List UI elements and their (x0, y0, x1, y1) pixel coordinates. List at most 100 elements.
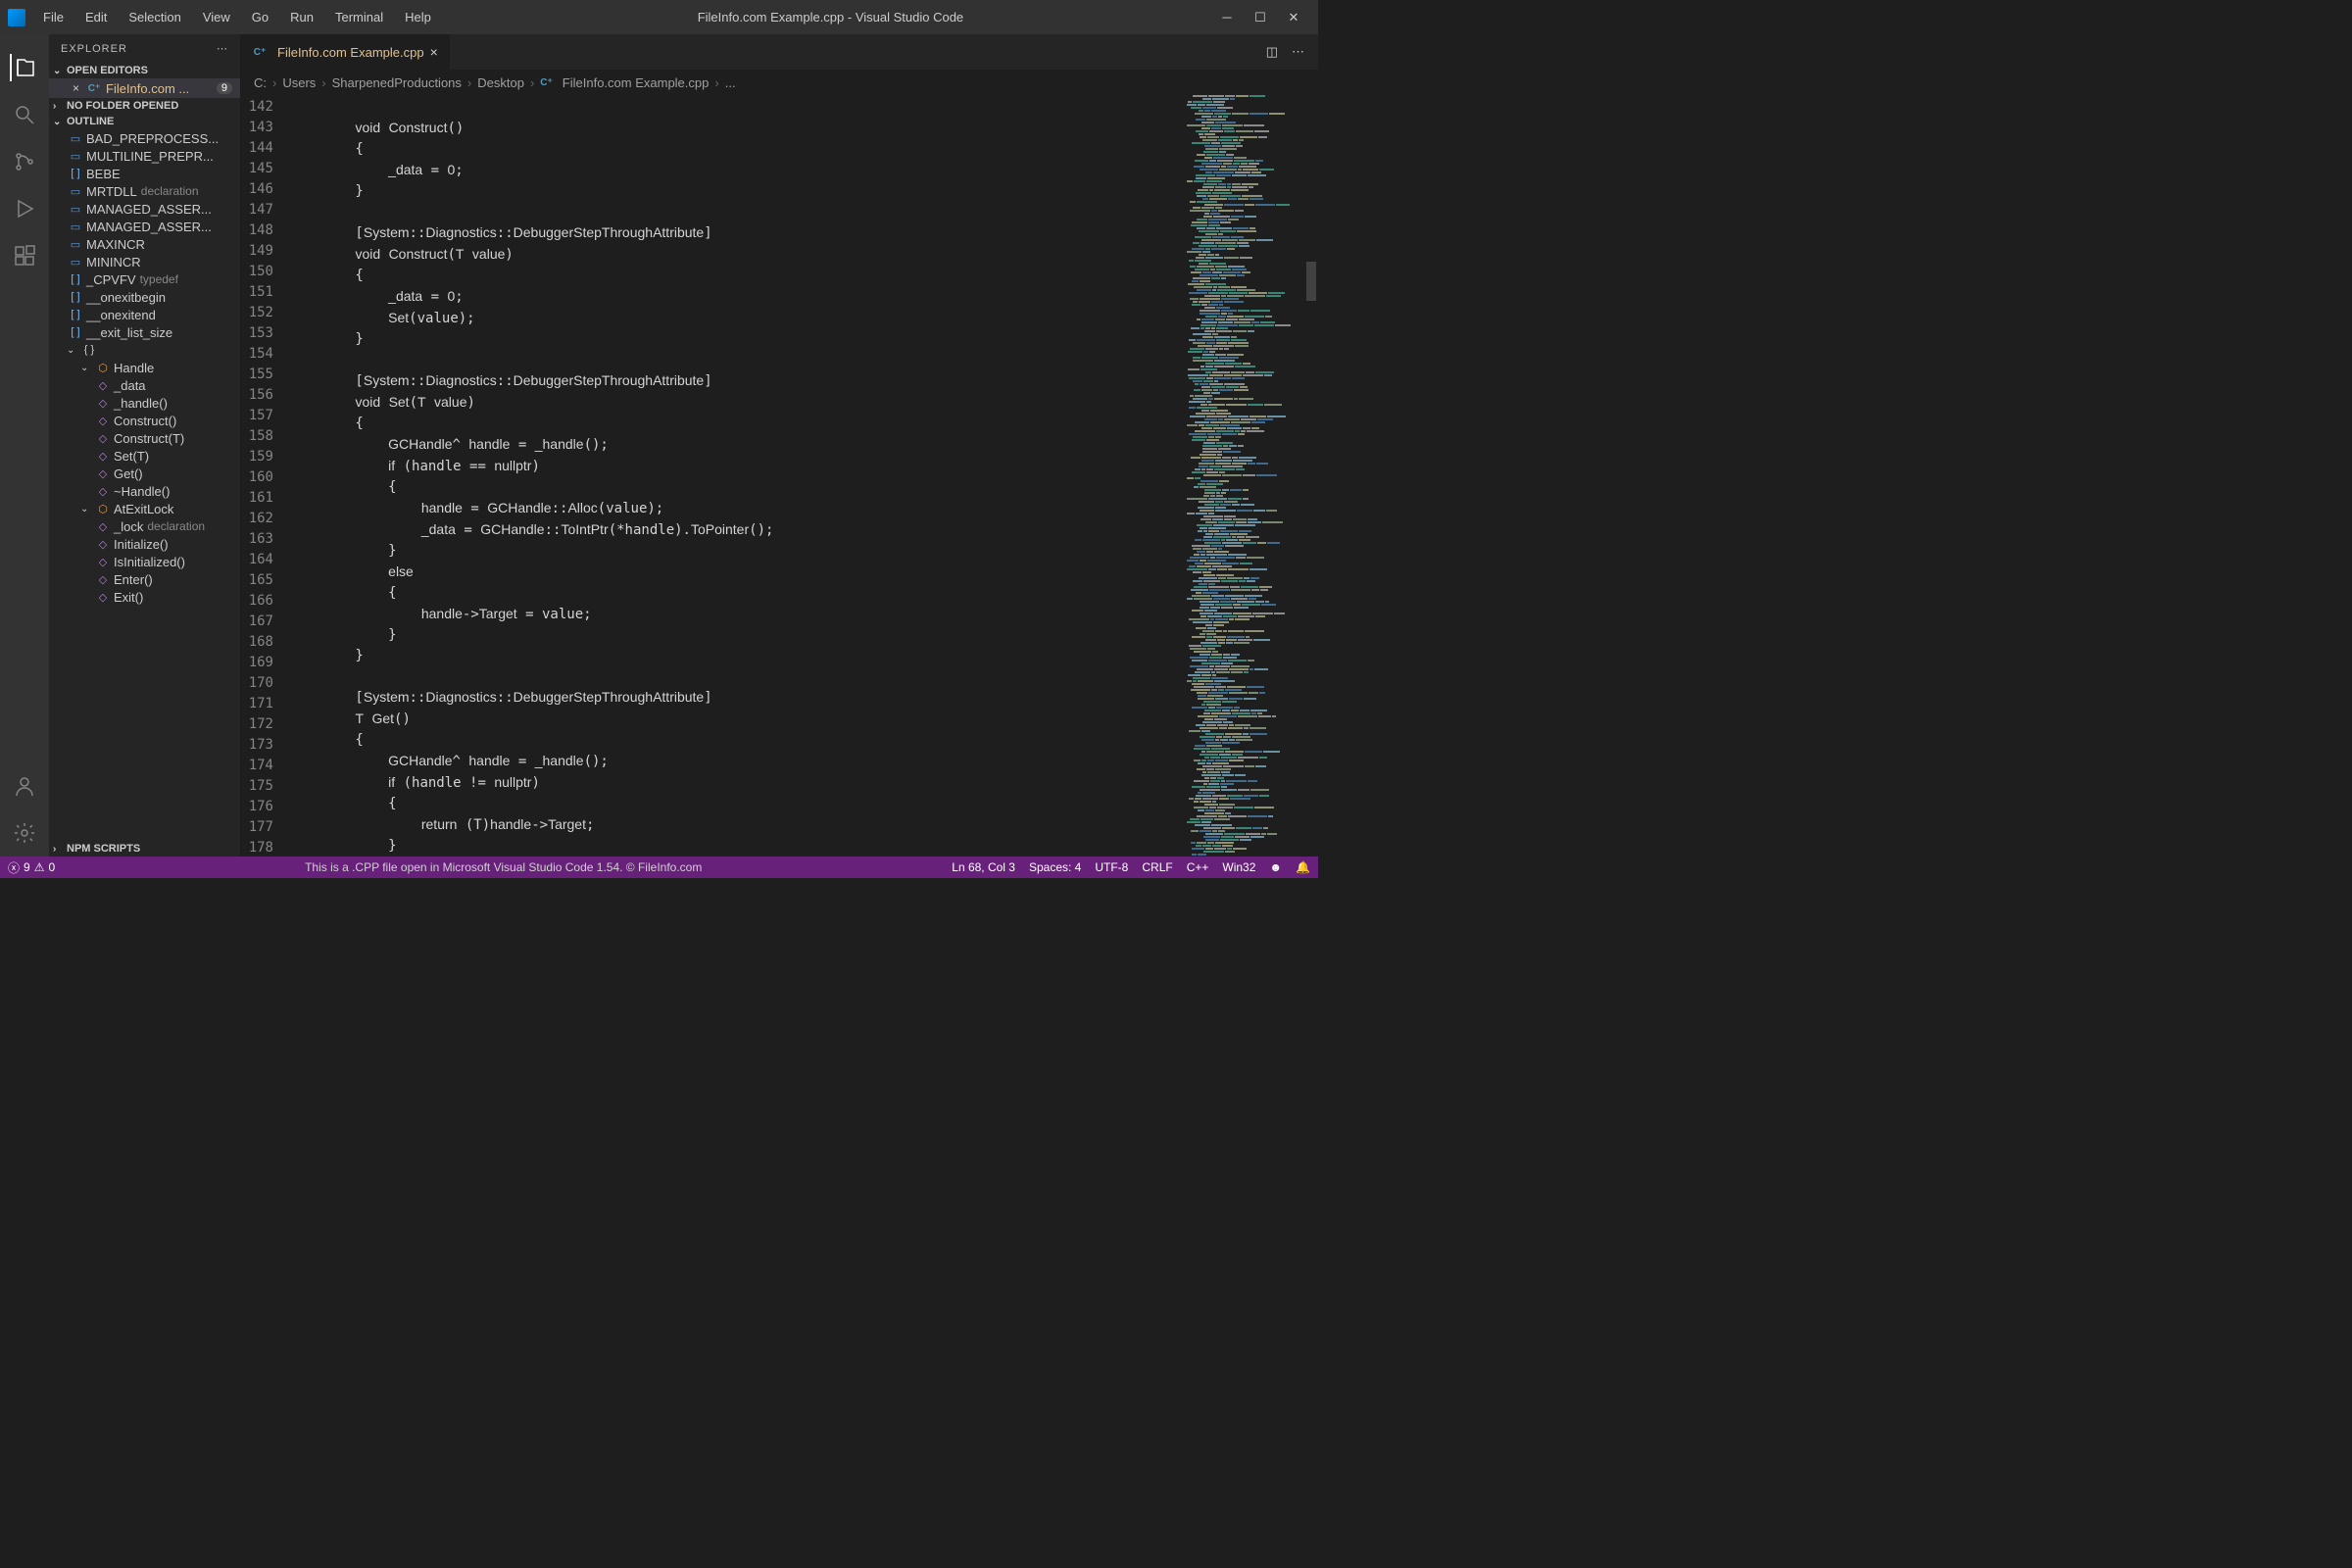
feedback-icon[interactable]: ☻ (1269, 860, 1282, 874)
maximize-button[interactable]: ☐ (1253, 11, 1267, 24)
variable-symbol-icon: [ ] (67, 166, 84, 181)
accounts-icon[interactable] (11, 772, 38, 800)
menu-help[interactable]: Help (395, 6, 441, 28)
menu-selection[interactable]: Selection (119, 6, 190, 28)
breadcrumbs[interactable]: C:›Users›SharpenedProductions›Desktop›C⁺… (240, 70, 1318, 95)
outline-item[interactable]: ▭BAD_PREPROCESS... (49, 129, 240, 147)
menu-terminal[interactable]: Terminal (325, 6, 393, 28)
outline-item[interactable]: [ ]__exit_list_size (49, 323, 240, 341)
outline-item[interactable]: ◇Enter() (49, 570, 240, 588)
outline-item[interactable]: ▭MULTILINE_PREPR... (49, 147, 240, 165)
code-editor[interactable]: 142 143 144 145 146 147 148 149 150 151 … (240, 95, 1318, 857)
vertical-scrollbar[interactable] (1304, 95, 1318, 857)
warnings-icon[interactable]: ⚠ (34, 860, 45, 874)
outline-item[interactable]: [ ]BEBE (49, 165, 240, 182)
scrollbar-thumb[interactable] (1306, 262, 1316, 301)
outline-item[interactable]: ◇IsInitialized() (49, 553, 240, 570)
method-symbol-icon: ◇ (94, 536, 112, 552)
outline-item[interactable]: ◇_handle() (49, 394, 240, 412)
npm-scripts-section[interactable]: › NPM SCRIPTS (49, 841, 240, 857)
breadcrumb-segment[interactable]: SharpenedProductions (332, 75, 462, 90)
no-folder-section[interactable]: › NO FOLDER OPENED (49, 98, 240, 114)
title-bar: FileEditSelectionViewGoRunTerminalHelp F… (0, 0, 1318, 34)
open-editors-label: OPEN EDITORS (67, 65, 148, 76)
menu-view[interactable]: View (193, 6, 240, 28)
constant-symbol-icon: ▭ (67, 148, 84, 164)
window-title: FileInfo.com Example.cpp - Visual Studio… (441, 10, 1220, 24)
outline-label: ~Handle() (114, 484, 170, 499)
more-icon[interactable]: ⋯ (217, 42, 228, 55)
outline-item[interactable]: ◇Initialize() (49, 535, 240, 553)
class-symbol-icon: ⬡ (94, 360, 112, 375)
breadcrumb-segment[interactable]: C: (254, 75, 267, 90)
explorer-icon[interactable] (10, 54, 37, 81)
outline-item[interactable]: ◇Set(T) (49, 447, 240, 465)
outline-item[interactable]: [ ]__onexitbegin (49, 288, 240, 306)
outline-item[interactable]: ▭MININCR (49, 253, 240, 270)
outline-item[interactable]: ▭MANAGED_ASSER... (49, 218, 240, 235)
open-editor-item[interactable]: × C⁺ FileInfo.com ... 9 (49, 78, 240, 98)
method-symbol-icon: ◇ (94, 448, 112, 464)
close-button[interactable]: ✕ (1287, 11, 1300, 24)
errors-count[interactable]: 9 (24, 860, 30, 874)
minimize-button[interactable]: ─ (1220, 11, 1234, 24)
outline-item[interactable]: ◇_data (49, 376, 240, 394)
code-content[interactable]: void Construct() { _data = 0; } [System:… (289, 95, 1182, 857)
language-mode[interactable]: C++ (1187, 860, 1209, 874)
outline-item[interactable]: ◇Get() (49, 465, 240, 482)
outline-label: _lock (114, 519, 143, 534)
minimap[interactable] (1182, 95, 1304, 857)
menu-edit[interactable]: Edit (75, 6, 117, 28)
outline-label: BEBE (86, 167, 121, 181)
tab-close-icon[interactable]: × (430, 44, 438, 60)
method-symbol-icon: ◇ (94, 395, 112, 411)
encoding[interactable]: UTF-8 (1095, 860, 1128, 874)
notifications-icon[interactable]: 🔔 (1296, 860, 1310, 874)
close-icon[interactable]: × (73, 81, 86, 95)
sidebar-title: EXPLORER (61, 43, 127, 55)
editor-tab[interactable]: C⁺ FileInfo.com Example.cpp × (240, 34, 451, 70)
search-icon[interactable] (11, 101, 38, 128)
warnings-count[interactable]: 0 (48, 860, 55, 874)
breadcrumb-segment[interactable]: ... (725, 75, 736, 90)
outline-item[interactable]: ▭MRTDLLdeclaration (49, 182, 240, 200)
run-debug-icon[interactable] (11, 195, 38, 222)
menu-file[interactable]: File (33, 6, 74, 28)
activity-bar (0, 34, 49, 857)
outline-label: MININCR (86, 255, 141, 270)
outline-item[interactable]: ◇~Handle() (49, 482, 240, 500)
outline-item[interactable]: ◇Construct() (49, 412, 240, 429)
settings-gear-icon[interactable] (11, 819, 38, 847)
outline-item[interactable]: ⌄⬡Handle (49, 359, 240, 376)
outline-item[interactable]: ◇Exit() (49, 588, 240, 606)
outline-item[interactable]: ◇_lockdeclaration (49, 517, 240, 535)
outline-item[interactable]: ▭MANAGED_ASSER... (49, 200, 240, 218)
outline-label: Enter() (114, 572, 153, 587)
outline-item[interactable]: ▭MAXINCR (49, 235, 240, 253)
menu-run[interactable]: Run (280, 6, 323, 28)
open-editors-section[interactable]: ⌄ OPEN EDITORS (49, 63, 240, 78)
indentation[interactable]: Spaces: 4 (1029, 860, 1081, 874)
menu-go[interactable]: Go (242, 6, 278, 28)
menu-bar: FileEditSelectionViewGoRunTerminalHelp (33, 6, 441, 28)
breadcrumb-segment[interactable]: Desktop (477, 75, 524, 90)
constant-symbol-icon: ▭ (67, 254, 84, 270)
breadcrumb-segment[interactable]: FileInfo.com Example.cpp (563, 75, 710, 90)
more-actions-icon[interactable]: ⋯ (1292, 44, 1304, 60)
split-editor-icon[interactable]: ◫ (1266, 44, 1278, 60)
outline-item[interactable]: ⌄{ } (49, 341, 240, 359)
os[interactable]: Win32 (1222, 860, 1255, 874)
eol[interactable]: CRLF (1142, 860, 1172, 874)
outline-section[interactable]: ⌄ OUTLINE (49, 114, 240, 129)
source-control-icon[interactable] (11, 148, 38, 175)
errors-icon[interactable]: ⓧ (8, 859, 20, 876)
method-symbol-icon: ◇ (94, 518, 112, 534)
extensions-icon[interactable] (11, 242, 38, 270)
outline-item[interactable]: [ ]__onexitend (49, 306, 240, 323)
breadcrumb-segment[interactable]: Users (282, 75, 316, 90)
outline-item[interactable]: [ ]_CPVFVtypedef (49, 270, 240, 288)
vscode-logo-icon (8, 9, 25, 26)
outline-item[interactable]: ◇Construct(T) (49, 429, 240, 447)
cursor-position[interactable]: Ln 68, Col 3 (952, 860, 1015, 874)
outline-item[interactable]: ⌄⬡AtExitLock (49, 500, 240, 517)
